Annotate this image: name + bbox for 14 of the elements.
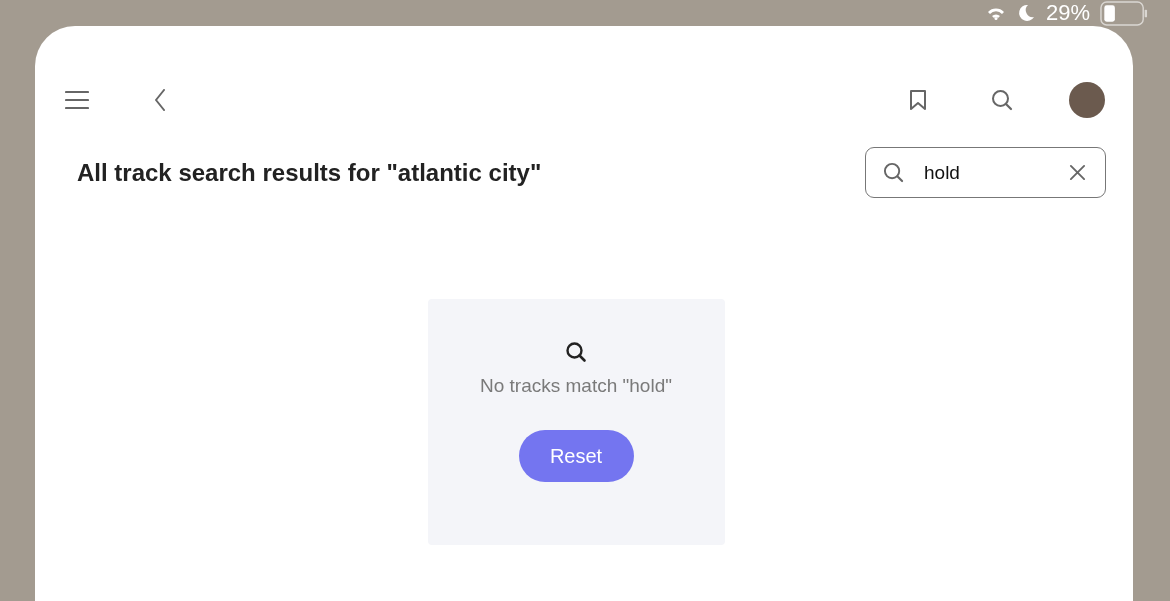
battery-icon bbox=[1100, 0, 1148, 26]
page-title: All track search results for "atlantic city" bbox=[77, 158, 542, 187]
empty-message: No tracks match "hold" bbox=[480, 375, 672, 397]
reset-button[interactable]: Reset bbox=[518, 430, 634, 482]
search-icon bbox=[883, 162, 904, 183]
menu-icon[interactable] bbox=[65, 90, 89, 110]
bookmark-icon[interactable] bbox=[909, 89, 927, 111]
avatar[interactable] bbox=[1069, 82, 1105, 118]
back-chevron-icon[interactable] bbox=[154, 89, 166, 111]
battery-percentage: 29% bbox=[1045, 0, 1090, 26]
clear-icon[interactable] bbox=[1069, 164, 1086, 181]
search-icon[interactable] bbox=[991, 89, 1013, 111]
search-field[interactable]: hold bbox=[865, 147, 1106, 198]
search-icon bbox=[565, 341, 587, 363]
